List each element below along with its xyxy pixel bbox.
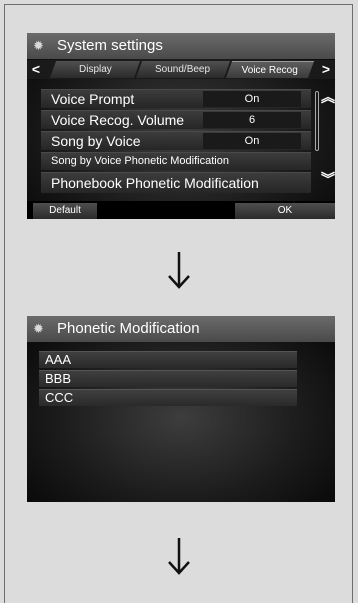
setting-label: Phonebook Phonetic Modification	[51, 175, 259, 191]
setting-label: Voice Prompt	[51, 91, 135, 107]
setting-value: On	[203, 91, 301, 107]
setting-row-phonebook-phonetic[interactable]: Phonebook Phonetic Modification	[41, 172, 311, 193]
setting-label: Voice Recog. Volume	[51, 112, 185, 128]
ok-button[interactable]: OK	[235, 203, 335, 219]
tab-voice-recog-label: Voice Recog	[241, 65, 298, 76]
list-item[interactable]: AAA	[39, 351, 297, 368]
setting-value: On	[203, 133, 301, 149]
tab-display-label: Display	[78, 64, 112, 75]
system-settings-screen: ✹ System settings < Display Sound/Beep V…	[27, 33, 335, 219]
title-bar: ✹ Phonetic Modification	[27, 316, 335, 342]
setting-label: Song by Voice	[51, 133, 141, 149]
default-button[interactable]: Default	[33, 203, 97, 219]
scrollbar[interactable]	[315, 91, 319, 151]
setting-row-song-by-voice[interactable]: Song by Voice On	[41, 131, 311, 150]
list-item[interactable]: BBB	[39, 370, 297, 387]
list-item[interactable]: CCC	[39, 389, 297, 406]
double-chevron-down-icon[interactable]: ︾	[321, 169, 335, 189]
double-chevron-up-icon[interactable]: ︽	[321, 87, 335, 107]
down-arrow-icon	[168, 538, 190, 575]
setting-row-voice-prompt[interactable]: Voice Prompt On	[41, 89, 311, 108]
setting-row-voice-recog-volume[interactable]: Voice Recog. Volume 6	[41, 110, 311, 129]
phonetic-modification-screen: ✹ Phonetic Modification AAA BBB CCC	[27, 316, 335, 502]
tab-bar: < Display Sound/Beep Voice Recog >	[27, 60, 335, 79]
setting-value: 6	[203, 112, 301, 128]
gear-icon: ✹	[33, 38, 44, 53]
down-arrow-icon	[168, 252, 190, 289]
title-bar: ✹ System settings	[27, 33, 335, 59]
tab-sound-beep[interactable]: Sound/Beep	[135, 61, 231, 78]
setting-label: Song by Voice Phonetic Modification	[51, 155, 229, 167]
tab-sound-beep-label: Sound/Beep	[155, 64, 211, 75]
screen-title: System settings	[57, 37, 163, 54]
tab-display[interactable]: Display	[49, 61, 141, 78]
setting-row-song-phonetic[interactable]: Song by Voice Phonetic Modification	[41, 152, 311, 170]
screen-title: Phonetic Modification	[57, 320, 200, 337]
chevron-left-icon[interactable]: <	[29, 60, 43, 79]
gear-icon: ✹	[33, 321, 44, 336]
tab-voice-recog[interactable]: Voice Recog	[225, 61, 315, 78]
chevron-right-icon[interactable]: >	[319, 60, 333, 79]
